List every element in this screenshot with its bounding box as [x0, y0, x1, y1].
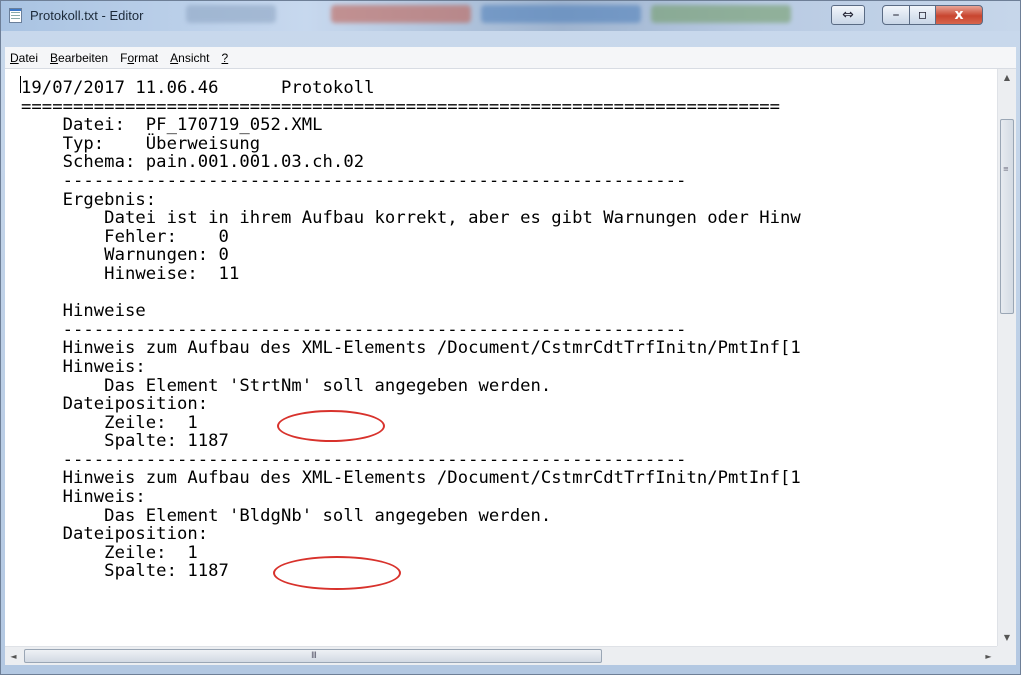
text-line: ========================================… [21, 96, 781, 117]
text-caret [20, 76, 21, 93]
text-line: ----------------------------------------… [21, 170, 687, 191]
text-line: Hinweise [21, 301, 146, 322]
vertical-scrollbar[interactable]: ▲ ≡ ▼ [997, 69, 1016, 646]
menu-help[interactable]: ? [217, 51, 234, 65]
menu-ansicht[interactable]: Ansicht [165, 51, 214, 65]
scroll-down-arrow-icon[interactable]: ▼ [998, 629, 1016, 646]
text-line: Das Element 'BldgNb' soll angegeben werd… [21, 505, 552, 526]
text-line: ----------------------------------------… [21, 319, 687, 340]
notepad-icon[interactable] [9, 8, 22, 23]
text-line [21, 284, 997, 303]
scroll-up-arrow-icon[interactable]: ▲ [998, 69, 1016, 86]
text-line: Spalte: 1187 [21, 431, 229, 452]
text-line: Dateiposition: [21, 524, 209, 545]
close-button[interactable]: x [935, 5, 983, 25]
scroll-grip-icon: ≡ [1003, 165, 1009, 173]
minimize-button[interactable]: – [882, 5, 910, 25]
window-title: Protokoll.txt - Editor [30, 8, 144, 23]
text-line: Zeile: 1 [21, 412, 198, 433]
title-bar[interactable]: Protokoll.txt - Editor ⇔ – ▫ x [1, 1, 1020, 31]
text-line: Ergebnis: [21, 189, 157, 210]
text-line: Spalte: 1187 [21, 561, 229, 582]
scroll-left-arrow-icon[interactable]: ◄ [5, 647, 22, 665]
blurred-taskbar-area [331, 5, 471, 23]
text-line: Dateiposition: [21, 394, 209, 415]
text-line: Das Element 'StrtNm' soll angegeben werd… [21, 375, 552, 396]
snap-button[interactable]: ⇔ [831, 5, 865, 25]
annotation-circle-bldgnb [273, 556, 401, 590]
menu-datei[interactable]: Datei [5, 51, 43, 65]
menu-bearbeiten[interactable]: Bearbeiten [45, 51, 113, 65]
text-line: 19/07/2017 11.06.46 Protokoll [21, 78, 375, 98]
document-text[interactable]: 19/07/2017 11.06.46 Protokoll ===========… [5, 70, 997, 581]
vertical-scroll-thumb[interactable] [1000, 119, 1014, 314]
scroll-grip-icon: III [311, 651, 317, 661]
text-line: Typ: Überweisung [21, 133, 261, 154]
menu-format[interactable]: Format [115, 51, 163, 65]
text-line: Warnungen: 0 [21, 245, 229, 266]
editor-window: Protokoll.txt - Editor ⇔ – ▫ x Datei Bear… [0, 0, 1021, 675]
text-line: Hinweis: [21, 487, 146, 508]
horizontal-scrollbar[interactable]: ◄ III ► [5, 646, 997, 665]
blurred-taskbar-area [186, 5, 276, 23]
menu-bar: Datei Bearbeiten Format Ansicht? [5, 47, 1016, 69]
text-line: Datei: PF_170719_052.XML [21, 115, 323, 136]
text-line: Hinweise: 11 [21, 263, 240, 284]
text-line: Hinweis zum Aufbau des XML-Elements /Doc… [21, 468, 801, 489]
text-line: Schema: pain.001.001.03.ch.02 [21, 152, 365, 173]
text-line: Fehler: 0 [21, 226, 229, 247]
scroll-right-arrow-icon[interactable]: ► [980, 647, 997, 665]
text-line: Hinweis: [21, 356, 146, 377]
text-line: Hinweis zum Aufbau des XML-Elements /Doc… [21, 338, 801, 359]
text-line: ----------------------------------------… [21, 449, 687, 470]
maximize-button[interactable]: ▫ [909, 5, 936, 25]
text-area[interactable]: 19/07/2017 11.06.46 Protokoll ===========… [5, 69, 997, 647]
text-line: Datei ist in ihrem Aufbau korrekt, aber … [21, 208, 801, 229]
blurred-taskbar-area [651, 5, 791, 23]
text-line: Zeile: 1 [21, 542, 198, 563]
horizontal-scroll-thumb[interactable]: III [24, 649, 602, 663]
resize-grip-icon[interactable] [997, 646, 1016, 665]
annotation-circle-strtnm [277, 410, 385, 442]
blurred-taskbar-area [481, 5, 641, 23]
